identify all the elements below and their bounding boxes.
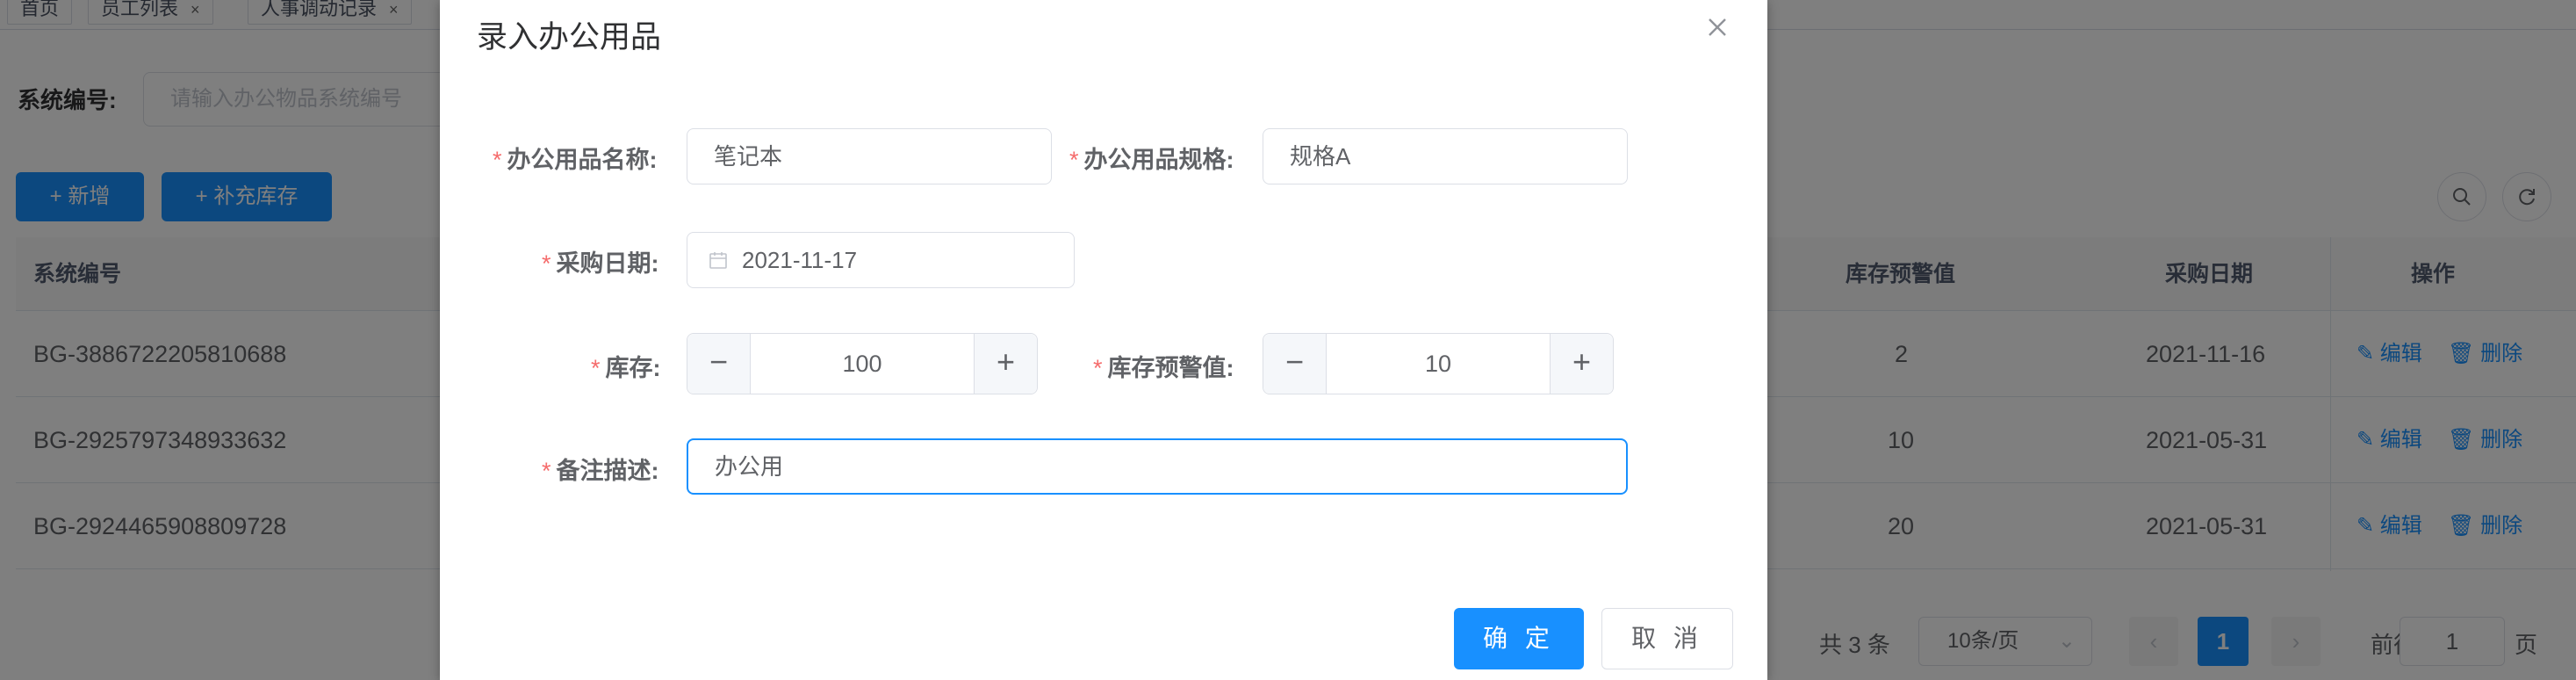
- warning-decrement-button[interactable]: −: [1263, 334, 1327, 394]
- stock-decrement-button[interactable]: −: [687, 334, 751, 394]
- name-field-label-text: 办公用品名称:: [507, 147, 658, 173]
- dialog-title: 录入办公用品: [477, 20, 662, 54]
- name-input[interactable]: 笔记本: [687, 128, 1052, 184]
- warning-field-label-text: 库存预警值:: [1107, 355, 1234, 381]
- required-mark: *: [493, 147, 502, 173]
- required-mark: *: [591, 355, 601, 381]
- warning-value-input[interactable]: 10: [1327, 334, 1550, 394]
- purchase-date-picker[interactable]: 2021-11-17: [687, 232, 1075, 288]
- warning-increment-button[interactable]: +: [1550, 334, 1613, 394]
- confirm-button[interactable]: 确 定: [1454, 608, 1584, 669]
- name-field-label: * 办公用品名称:: [493, 141, 658, 175]
- calendar-icon: [709, 252, 727, 269]
- stock-field-label: * 库存:: [591, 349, 661, 383]
- warning-stepper: − 10 +: [1263, 333, 1614, 394]
- remark-input[interactable]: 办公用: [687, 438, 1628, 495]
- close-icon[interactable]: [1702, 12, 1732, 42]
- required-mark: *: [1093, 355, 1103, 381]
- spec-field-label-text: 办公用品规格:: [1083, 147, 1234, 173]
- purchase-date-value: 2021-11-17: [742, 247, 858, 273]
- stock-increment-button[interactable]: +: [974, 334, 1037, 394]
- required-mark: *: [1069, 147, 1079, 173]
- remark-field-label-text: 备注描述:: [556, 458, 659, 484]
- warning-field-label: * 库存预警值:: [1093, 349, 1234, 383]
- stock-stepper: − 100 +: [687, 333, 1038, 394]
- stock-field-label-text: 库存:: [605, 355, 661, 381]
- stock-value-input[interactable]: 100: [751, 334, 974, 394]
- date-field-label: * 采购日期:: [542, 244, 659, 279]
- required-mark: *: [542, 250, 551, 277]
- cancel-button[interactable]: 取 消: [1601, 608, 1733, 669]
- spec-input[interactable]: 规格A: [1263, 128, 1628, 184]
- remark-field-label: * 备注描述:: [542, 452, 659, 486]
- required-mark: *: [542, 458, 551, 484]
- spec-field-label: * 办公用品规格:: [1069, 141, 1234, 175]
- date-field-label-text: 采购日期:: [556, 250, 659, 277]
- add-office-supply-dialog: 录入办公用品 * 办公用品名称: 笔记本 * 办公用品规格: 规格A * 采购日期: …: [440, 0, 1767, 680]
